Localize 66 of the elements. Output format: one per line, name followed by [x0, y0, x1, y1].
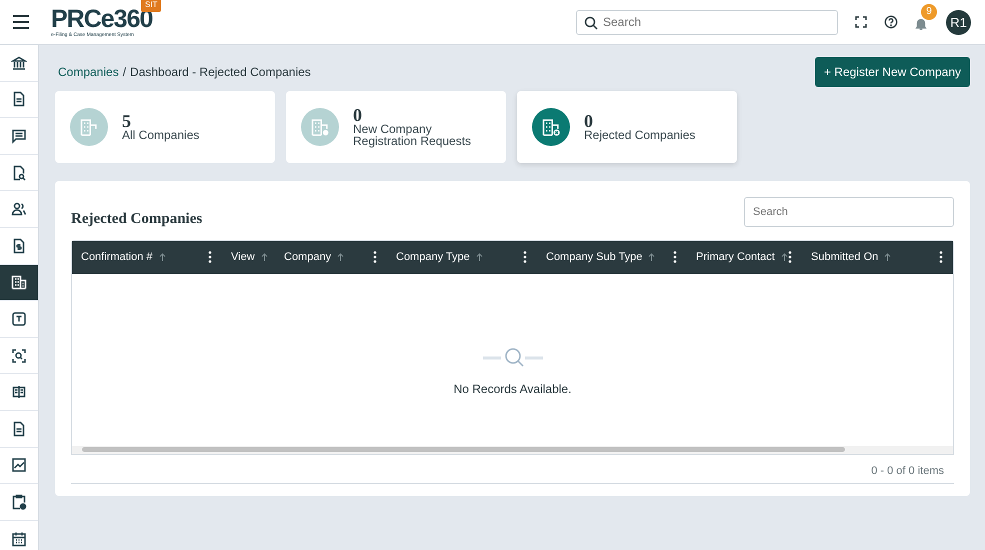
user-avatar[interactable]: R1 [946, 10, 971, 34]
search-field[interactable]: Search [576, 10, 838, 34]
pagination-info: 0 - 0 of 0 items [71, 454, 954, 484]
card-count: 5 [122, 113, 131, 129]
document-icon [11, 91, 27, 108]
calendar-icon [11, 531, 27, 548]
invoice-icon [11, 238, 27, 254]
menu-icon[interactable] [13, 15, 29, 29]
column-header[interactable]: Company Sub Type [546, 248, 642, 266]
bank-icon [11, 54, 27, 71]
clipboard-clock-icon [11, 494, 27, 510]
search-field[interactable]: Search [744, 197, 954, 228]
building-icon [79, 117, 99, 137]
kebab-menu-icon[interactable] [523, 251, 527, 263]
sidebar-item[interactable] [0, 264, 38, 302]
building-icon [11, 274, 27, 290]
kebab-menu-icon[interactable] [939, 251, 943, 263]
column-header[interactable]: View [231, 248, 255, 266]
sort-arrow-icon[interactable] [158, 253, 166, 261]
help-icon[interactable] [884, 15, 898, 29]
summary-card[interactable]: 0 Rejected Companies [517, 91, 737, 163]
sort-arrow-icon[interactable] [648, 253, 656, 261]
register-button[interactable]: + Register New Company [814, 57, 970, 87]
kebab-menu-icon[interactable] [788, 251, 792, 263]
notification-count: 9 [921, 4, 937, 20]
scan-search-icon [11, 348, 27, 364]
search-icon [584, 16, 598, 30]
building-icon [310, 117, 330, 137]
card-count: 0 [353, 107, 362, 123]
column-header[interactable]: Company Type [396, 248, 470, 266]
column-header[interactable]: Submitted On [811, 248, 878, 266]
panel-title: Rejected Companies [71, 210, 202, 229]
bell-icon[interactable] [914, 16, 928, 31]
empty-message: No Records Available. [454, 380, 572, 398]
sort-arrow-icon[interactable] [476, 253, 483, 261]
users-icon [11, 201, 27, 218]
chat-icon [11, 128, 27, 144]
sort-arrow-icon[interactable] [884, 253, 892, 261]
breadcrumb-current: Dashboard - Rejected Companies [130, 64, 311, 81]
building-icon [541, 117, 561, 137]
text-box-icon [11, 310, 27, 327]
horizontal-scrollbar[interactable] [72, 446, 953, 454]
column-header[interactable]: Confirmation # [81, 248, 153, 266]
empty-search-icon [482, 346, 542, 370]
kebab-menu-icon[interactable] [673, 251, 677, 263]
document-search-icon [11, 164, 27, 181]
kebab-menu-icon[interactable] [373, 251, 377, 263]
sort-arrow-icon[interactable] [337, 253, 344, 261]
card-label: All Companies [122, 129, 200, 141]
breadcrumb-separator: / [122, 64, 126, 81]
summary-card[interactable]: 0 New Company Registration Requests [286, 91, 506, 163]
document-icon [11, 420, 27, 437]
summary-card[interactable]: 5 All Companies [55, 91, 275, 163]
column-header[interactable]: Primary Contact [696, 248, 775, 266]
column-header[interactable]: Company [284, 248, 332, 266]
breadcrumb-link[interactable]: Companies [58, 63, 119, 81]
sort-arrow-icon[interactable] [260, 253, 268, 261]
chart-icon [11, 457, 27, 474]
card-label: Rejected Companies [584, 129, 696, 141]
environment-badge: SIT [141, 0, 162, 12]
kebab-menu-icon[interactable] [208, 251, 212, 263]
card-count: 0 [584, 113, 593, 129]
fullscreen-icon[interactable] [854, 15, 868, 29]
sort-arrow-icon[interactable] [780, 253, 788, 261]
card-label: New Company Registration Requests [353, 123, 472, 147]
book-icon [11, 384, 27, 400]
